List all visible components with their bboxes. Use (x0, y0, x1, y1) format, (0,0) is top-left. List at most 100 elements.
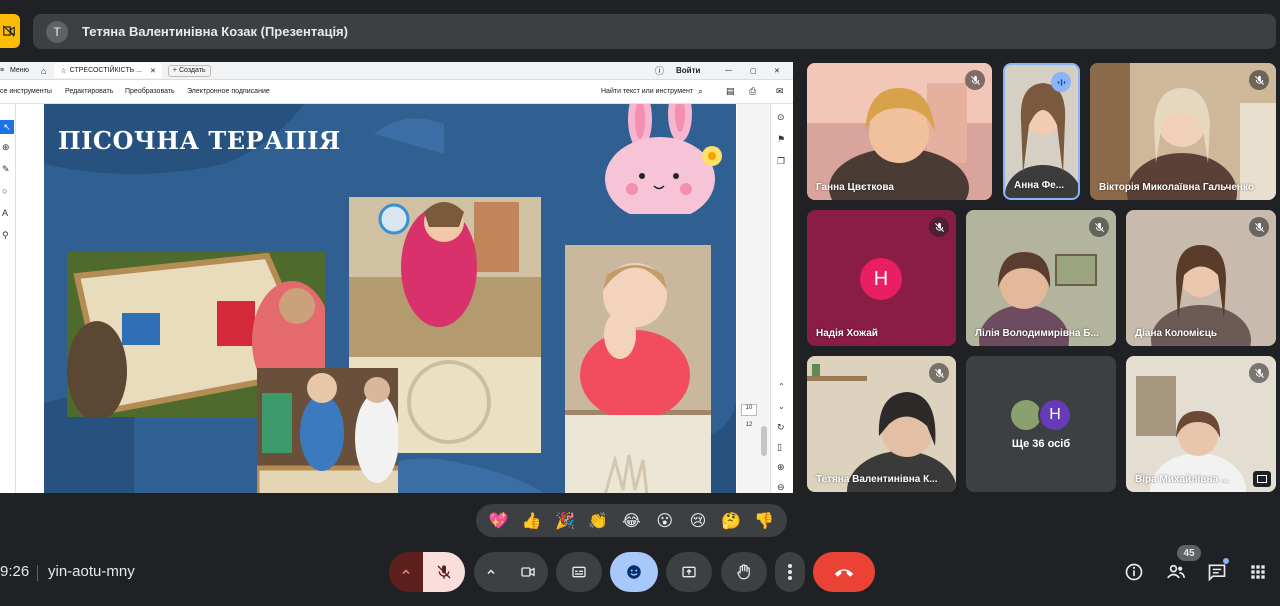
rotate-icon[interactable]: ↻ (777, 422, 785, 433)
more-participants-tile[interactable]: H Ще 36 осіб (966, 356, 1116, 492)
minimize-icon[interactable]: — (725, 67, 732, 74)
zoom-out-icon[interactable]: ⊖ (777, 482, 785, 493)
muted-indicator (929, 363, 949, 383)
search-tool-label[interactable]: Найти текст или инструмент (601, 88, 693, 95)
reaction-party[interactable]: 🎉 (550, 506, 580, 536)
zoom-in-icon[interactable]: ⊕ (777, 462, 785, 473)
divider (37, 565, 38, 581)
participant-tile[interactable]: Вікторія Миколаївна Гальченко (1090, 63, 1276, 200)
photo-girl-hand (565, 245, 711, 493)
close-tab-icon[interactable]: ✕ (150, 67, 156, 75)
captions-button[interactable] (556, 552, 602, 592)
home-icon[interactable]: ⌂ (41, 66, 46, 76)
menu-icon[interactable]: ≡ (0, 67, 8, 74)
scroll-thumb[interactable] (761, 426, 767, 456)
signin-button[interactable]: Войти (676, 66, 700, 75)
apps-grid-icon (1251, 565, 1265, 579)
reaction-clap[interactable]: 👏 (583, 506, 613, 536)
close-window-icon[interactable]: ✕ (774, 67, 780, 75)
chevron-up-icon (487, 569, 495, 575)
mic-toggle-button[interactable] (423, 552, 465, 592)
reaction-thinking[interactable]: 🤔 (716, 506, 746, 536)
pdf-left-toolbar: ↖ ⊕ ✎ ○ A ⚲ (0, 104, 16, 493)
search-icon[interactable]: ⌕ (698, 86, 703, 97)
menu-label[interactable]: Меню (10, 67, 29, 74)
leave-call-button[interactable] (813, 552, 875, 592)
participant-tile[interactable]: Лілія Володимирівна Б... (966, 210, 1116, 346)
pen-tool-icon[interactable]: ✎ (2, 164, 10, 175)
select-tool-icon[interactable]: ↖ (0, 120, 14, 134)
participant-tile[interactable]: Діана Коломієць (1126, 210, 1276, 346)
meeting-code: yin-aotu-mny (48, 563, 135, 580)
maximize-icon[interactable]: ▢ (750, 67, 757, 75)
more-vert-icon (788, 564, 792, 580)
reaction-sad[interactable]: 😢 (683, 506, 713, 536)
shape-tool-icon[interactable]: ○ (2, 186, 7, 196)
tool-esign[interactable]: Электронное подписание (187, 88, 270, 95)
people-count-badge: 45 (1177, 545, 1201, 561)
browser-tab-bar: ≡ Меню ⌂ ☆ СТРЕСОСТІЙКІСТЬ ... ✕ + Созда… (0, 62, 793, 80)
reaction-laugh[interactable]: 😂 (616, 506, 646, 536)
page-number-current[interactable]: 10 (741, 404, 757, 416)
save-icon[interactable]: ▤ (726, 86, 735, 97)
hang-up-icon (834, 569, 854, 577)
stamp-tool-icon[interactable]: ⚲ (2, 230, 9, 241)
fit-page-icon[interactable]: ▯ (777, 442, 782, 453)
chat-button[interactable] (1199, 552, 1235, 592)
bookmark-icon[interactable]: ⚑ (777, 134, 785, 145)
participant-name: Діана Коломієць (1135, 328, 1217, 339)
pip-icon[interactable] (1253, 471, 1271, 487)
reaction-surprised[interactable]: 😮 (650, 506, 680, 536)
help-icon[interactable]: ⓘ (655, 64, 664, 77)
camera-toggle-button[interactable] (508, 552, 548, 592)
activities-button[interactable] (1240, 552, 1276, 592)
meeting-info-button[interactable] (1116, 552, 1152, 592)
info-icon (1125, 563, 1143, 581)
page-up-icon[interactable]: ⌃ (778, 382, 785, 391)
mic-options-button[interactable] (389, 552, 423, 592)
print-icon[interactable]: ⎙ (749, 86, 756, 97)
tool-edit[interactable]: Редактировать (65, 88, 113, 95)
more-options-button[interactable] (775, 552, 805, 592)
participant-video (807, 63, 992, 200)
tool-all[interactable]: се инструменты (0, 88, 52, 95)
camera-options-button[interactable] (474, 552, 508, 592)
chevron-up-icon (402, 569, 410, 575)
participant-name: Надія Хожай (816, 328, 878, 339)
participant-tile[interactable]: Анна Фе... (1003, 63, 1080, 200)
unread-dot (1223, 558, 1229, 564)
mail-icon[interactable]: ✉ (776, 86, 784, 97)
comment-tool-icon[interactable]: ⊕ (2, 142, 10, 153)
present-button[interactable] (666, 552, 712, 592)
tool-convert[interactable]: Преобразовать (125, 88, 175, 95)
avatar: H (1038, 398, 1072, 432)
mic-off-icon (1254, 75, 1264, 85)
participant-tile[interactable]: Віра Михайлівна ... (1126, 356, 1276, 492)
star-icon: ☆ (60, 67, 67, 75)
page-down-icon[interactable]: ⌄ (778, 402, 785, 411)
bunny-illustration (605, 104, 722, 214)
top-bar: T Тетяна Валентинівна Козак (Презентація… (0, 0, 1280, 62)
participant-tile[interactable]: H Надія Хожай (807, 210, 956, 346)
new-tab-button[interactable]: + Создать (167, 64, 211, 77)
browser-tab[interactable]: ☆ СТРЕСОСТІЙКІСТЬ ... ✕ (54, 63, 162, 78)
mic-off-icon (934, 368, 944, 378)
camera-off-indicator[interactable] (0, 14, 20, 48)
reaction-thumbs-up[interactable]: 👍 (517, 506, 547, 536)
pages-icon[interactable]: ❐ (777, 156, 785, 167)
raise-hand-button[interactable] (721, 552, 767, 592)
share-icon[interactable]: ⊙ (777, 112, 785, 123)
reaction-thumbs-down[interactable]: 👎 (749, 506, 779, 536)
participant-tile[interactable]: Ганна Цвєткова (807, 63, 992, 200)
text-tool-icon[interactable]: A (2, 208, 8, 218)
reaction-heart[interactable]: 💖 (484, 506, 514, 536)
camera-icon (521, 567, 535, 577)
emoji-reactions-button[interactable] (610, 552, 658, 592)
presenter-label: Тетяна Валентинівна Козак (Презентація) (82, 24, 348, 39)
mic-off-icon (934, 222, 944, 232)
page-number-total: 12 (745, 422, 753, 428)
participant-tile[interactable]: Тетяна Валентинівна К... (807, 356, 956, 492)
pdf-scroll-area[interactable]: 10 12 (737, 104, 770, 493)
avatar: H (860, 258, 902, 300)
presenter-banner[interactable]: T Тетяна Валентинівна Козак (Презентація… (33, 14, 1276, 49)
